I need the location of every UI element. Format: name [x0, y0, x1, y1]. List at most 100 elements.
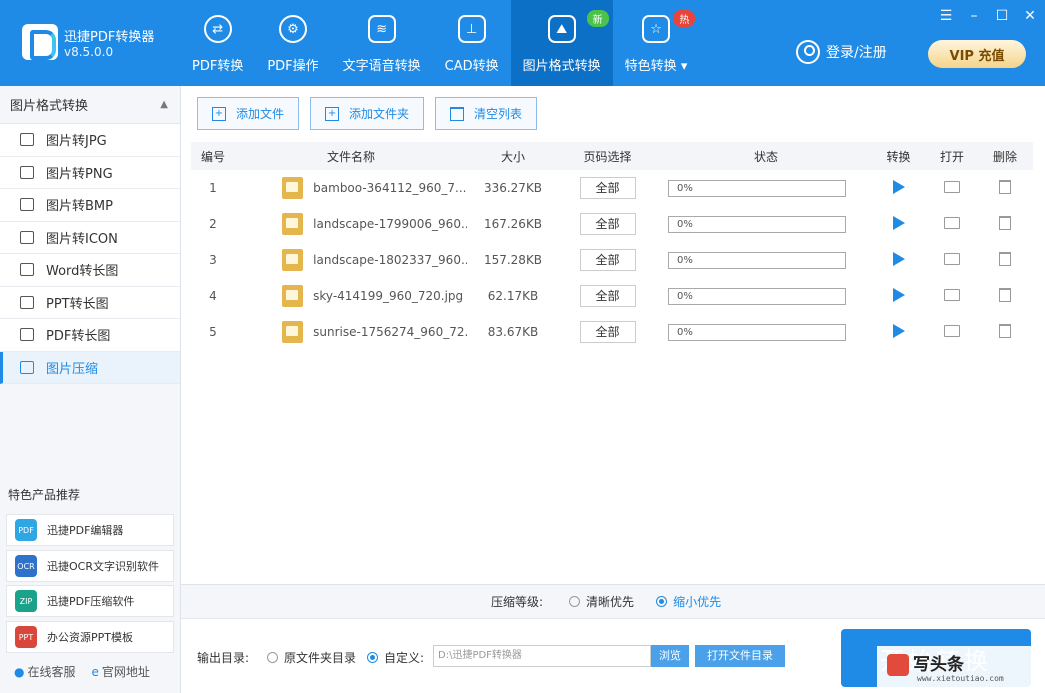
play-icon[interactable]: [892, 323, 905, 338]
convert-cell: [876, 323, 921, 341]
page-select-button[interactable]: 全部: [579, 177, 636, 199]
radio-selected-icon: [656, 596, 668, 607]
promo-pdf-compress[interactable]: ZIP 迅捷PDF压缩软件: [6, 585, 174, 617]
add-file-button[interactable]: + 添加文件: [197, 97, 300, 130]
table-row[interactable]: 2landscape-1799006_960...167.26KB全部0%⋮: [191, 206, 1033, 242]
table-row[interactable]: 3landscape-1802337_960...157.28KB全部0%⋮: [191, 242, 1033, 278]
file-name: sky-414199_960_720.jpg: [313, 289, 464, 303]
sidebar-item-compress[interactable]: 图片压缩: [0, 351, 180, 384]
sidebar-item-ppt-long[interactable]: PPT转长图: [0, 286, 180, 319]
trash-icon[interactable]: [999, 287, 1011, 302]
radio-icon: [569, 596, 581, 607]
close-icon[interactable]: ✕: [1016, 8, 1044, 24]
promo-label: 迅捷OCR文字识别软件: [47, 560, 159, 573]
promo-ocr[interactable]: OCR 迅捷OCR文字识别软件: [6, 550, 174, 582]
login-label: 登录/注册: [826, 45, 887, 61]
progress-bar: 0%: [668, 287, 846, 305]
output-dir-label: 输出目录:: [197, 651, 250, 665]
play-icon[interactable]: [892, 287, 905, 302]
header-size: 大小: [500, 149, 525, 164]
folder-icon[interactable]: [944, 216, 960, 229]
file-name: sunrise-1756274_960_72...: [313, 325, 467, 339]
menu-icon[interactable]: ☰: [932, 8, 960, 24]
image-icon: [20, 133, 34, 147]
new-badge: 新: [586, 10, 609, 27]
trash-icon[interactable]: [999, 251, 1011, 266]
output-option-original[interactable]: 原文件夹目录: [267, 649, 356, 666]
tab-special[interactable]: ☆ 特色转换 ▾ 热: [613, 0, 700, 86]
tab-image-format[interactable]: ⛰ 图片格式转换 新: [510, 0, 613, 86]
table-row[interactable]: 5sunrise-1756274_960_72...83.67KB全部0%⋮: [191, 314, 1033, 350]
page-select-button[interactable]: 全部: [579, 321, 636, 343]
folder-icon[interactable]: [944, 180, 960, 193]
header-delete: 删除: [992, 149, 1017, 164]
table-header: 编号 文件名称 大小 页码选择 状态 转换 打开 删除 更多: [191, 142, 1045, 170]
trash-icon[interactable]: [999, 323, 1011, 338]
sidebar-item-pdf-long[interactable]: PDF转长图: [0, 319, 180, 352]
sidebar-item-label: 图片转PNG: [46, 166, 113, 182]
folder-icon[interactable]: [944, 324, 960, 337]
maximize-icon[interactable]: ☐: [988, 8, 1016, 24]
trash-icon: [450, 106, 465, 121]
tab-pdf-operate[interactable]: ⚙ PDF操作: [255, 0, 330, 86]
output-path-input[interactable]: D:\迅捷PDF转换器: [433, 645, 651, 667]
progress-bar: 0%: [668, 251, 846, 269]
folder-icon[interactable]: [944, 288, 960, 301]
page-select-button[interactable]: 全部: [579, 213, 636, 235]
clear-list-button[interactable]: 清空列表: [435, 97, 538, 130]
tab-text-voice[interactable]: ≋ 文字语音转换: [331, 0, 433, 86]
play-icon[interactable]: [892, 215, 905, 230]
sidebar-item-label: 图片转JPG: [46, 134, 107, 150]
image-file-icon: [282, 321, 304, 343]
browse-button[interactable]: 浏览: [651, 645, 689, 667]
more-cell: ⋮: [1027, 217, 1045, 231]
sidebar-item-png[interactable]: 图片转PNG: [0, 156, 180, 189]
tab-cad[interactable]: ⊥ CAD转换: [433, 0, 511, 86]
compress-option-size[interactable]: 缩小优先: [656, 593, 721, 610]
image-icon: [20, 230, 34, 244]
tab-pdf-convert[interactable]: ⇄ PDF转换: [180, 0, 255, 86]
delete-cell: [983, 215, 1027, 233]
folder-icon[interactable]: [944, 252, 960, 265]
sidebar-title[interactable]: 图片格式转换 ▲: [0, 86, 180, 124]
output-option-custom[interactable]: 自定义:: [367, 649, 424, 666]
sidebar-title-label: 图片格式转换: [10, 99, 89, 114]
online-service-link[interactable]: ● 在线客服: [14, 663, 76, 680]
header-open: 打开: [939, 149, 964, 164]
status-cell: 0%: [656, 215, 876, 233]
image-file-icon: [282, 249, 304, 271]
sidebar-item-jpg[interactable]: 图片转JPG: [0, 124, 180, 157]
minimize-icon[interactable]: –: [960, 8, 988, 24]
hot-badge: 热: [673, 10, 696, 27]
sidebar-footer: ● 在线客服 e 官网地址: [14, 663, 150, 680]
add-file-icon: +: [212, 106, 226, 121]
table-row[interactable]: 4sky-414199_960_720.jpg62.17KB全部0%⋮: [191, 278, 1033, 314]
cad-icon: ⊥: [457, 15, 486, 43]
play-icon[interactable]: [892, 251, 905, 266]
trash-icon[interactable]: [999, 215, 1011, 230]
sidebar-item-icon[interactable]: 图片转ICON: [0, 221, 180, 254]
sidebar-item-bmp[interactable]: 图片转BMP: [0, 189, 180, 222]
login-button[interactable]: 登录/注册: [796, 40, 887, 64]
website-link[interactable]: e 官网地址: [92, 663, 150, 680]
open-cell: [921, 324, 983, 340]
promo-ppt-template[interactable]: PPT 办公资源PPT模板: [6, 621, 174, 653]
trash-icon[interactable]: [999, 179, 1011, 194]
website-label: 官网地址: [101, 665, 150, 679]
chevron-up-icon: ▲: [160, 99, 168, 110]
compress-level-bar: 压缩等级: 清晰优先 缩小优先: [181, 584, 1045, 618]
page-select-button[interactable]: 全部: [579, 249, 636, 271]
page-select-button[interactable]: 全部: [579, 285, 636, 307]
compress-option-clarity[interactable]: 清晰优先: [569, 593, 634, 610]
sidebar-item-word-long[interactable]: Word转长图: [0, 254, 180, 287]
vip-recharge-button[interactable]: VIP 充值: [928, 40, 1026, 68]
promo-label: 迅捷PDF压缩软件: [47, 595, 135, 608]
add-folder-button[interactable]: + 添加文件夹: [310, 97, 425, 130]
table-row[interactable]: 1bamboo-364112_960_7...336.27KB全部0%⋮: [191, 170, 1033, 206]
radio-icon: [267, 652, 278, 663]
open-output-dir-button[interactable]: 打开文件目录: [695, 645, 785, 667]
progress-bar: 0%: [668, 215, 846, 233]
play-icon[interactable]: [892, 179, 905, 194]
more-cell: ⋮: [1027, 253, 1045, 267]
promo-pdf-editor[interactable]: PDF 迅捷PDF编辑器: [6, 514, 174, 546]
